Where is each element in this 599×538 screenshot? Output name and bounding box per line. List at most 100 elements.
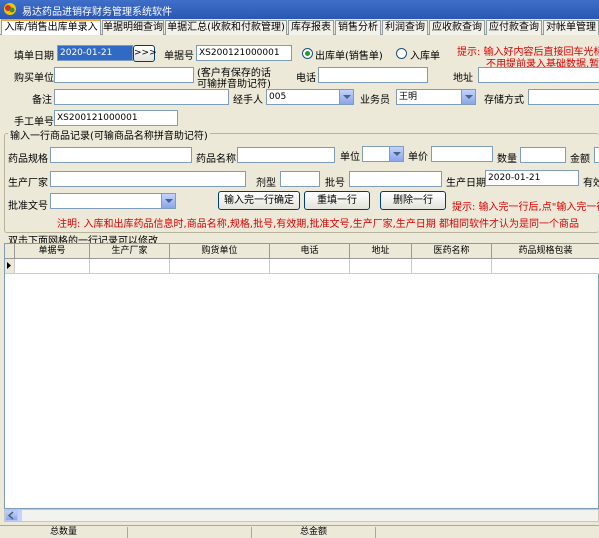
radio-outbound[interactable] <box>302 48 313 59</box>
scroll-left-icon[interactable] <box>5 510 18 521</box>
radio-inbound[interactable] <box>396 48 407 59</box>
amount-input[interactable] <box>594 147 599 163</box>
column-header[interactable]: 购货单位 <box>170 244 270 259</box>
salesman-label: 业务员 <box>360 95 390 106</box>
address-label: 地址 <box>453 73 473 84</box>
handler-value: 005 <box>269 92 287 102</box>
tab-strip: 入库/销售出库单录入 单据明细查询 单据汇总(收款和付款管理) 库存报表 销售分… <box>0 19 599 36</box>
radio-inbound-label[interactable]: 入库单 <box>410 47 440 62</box>
buyer-input[interactable] <box>54 67 194 83</box>
unit-select[interactable] <box>362 146 404 162</box>
app-icon <box>4 3 16 15</box>
item-note: 注明: 入库和出库药品信息时,商品名称,规格,批号,有效期,批准文号,生产厂家,… <box>57 219 579 230</box>
table-cell[interactable] <box>15 259 90 274</box>
confirm-row-button[interactable]: 输入完一行确定 <box>218 191 300 210</box>
total-qty-value <box>128 527 252 538</box>
row-indicator-header <box>5 244 15 259</box>
unit-label: 单位 <box>340 152 360 163</box>
batch-label: 批号 <box>325 178 345 189</box>
table-cell[interactable] <box>170 259 270 274</box>
manual-no-label: 手工单号 <box>14 117 54 128</box>
batch-input[interactable] <box>349 171 442 187</box>
doc-no-label: 单据号 <box>164 51 194 62</box>
tab-summary[interactable]: 单据汇总(收款和付款管理) <box>165 20 287 35</box>
tab-receivable[interactable]: 应收款查询 <box>429 20 485 35</box>
phone-label: 电话 <box>296 73 316 84</box>
storage-input[interactable] <box>528 89 599 105</box>
amount-label: 金额 <box>570 154 590 165</box>
table-cell[interactable] <box>492 259 599 274</box>
item-hint: 提示: 输入完一行后,点"输入完一行 <box>452 202 599 213</box>
horizontal-scrollbar[interactable] <box>4 509 599 522</box>
prod-date-input[interactable]: 2020-01-21 <box>485 170 579 186</box>
form-label: 剂型 <box>256 178 276 189</box>
qty-input[interactable] <box>520 147 566 163</box>
qty-label: 数量 <box>497 154 517 165</box>
buyer-label: 购买单位 <box>14 73 54 84</box>
tab-profit[interactable]: 利润查询 <box>382 20 428 35</box>
row-pointer-icon <box>7 262 11 269</box>
buyer-note-2: 可输拼音助记符) <box>197 79 271 90</box>
tab-stock-report[interactable]: 库存报表 <box>288 20 334 35</box>
item-section-title: 输入一行商品记录(可输商品名称拼音助记符) <box>8 127 210 142</box>
salesman-select[interactable]: 王明 <box>396 89 476 105</box>
reset-row-button[interactable]: 重填一行 <box>304 191 370 210</box>
window-title: 易达药品进销存财务管理系统软件 <box>22 7 172 18</box>
approval-label: 批准文号 <box>8 201 48 212</box>
expire-label: 有效 <box>583 178 599 189</box>
prod-date-label: 生产日期 <box>446 178 486 189</box>
status-bar: 总数量 总金额 <box>0 525 599 538</box>
phone-input[interactable] <box>318 67 428 83</box>
date-label: 填单日期 <box>14 51 54 62</box>
name-input[interactable] <box>237 147 335 163</box>
maker-label: 生产厂家 <box>8 178 48 189</box>
table-cell[interactable] <box>350 259 412 274</box>
approval-select[interactable] <box>50 193 176 209</box>
table-cell[interactable] <box>412 259 492 274</box>
address-input[interactable] <box>478 67 599 83</box>
chevron-down-icon[interactable] <box>389 147 403 161</box>
delete-row-button[interactable]: 删除一行 <box>380 191 446 210</box>
title-bar: 易达药品进销存财务管理系统软件 <box>0 0 599 19</box>
records-grid[interactable]: 单据号 生产厂家 购货单位 电话 地址 医药名称 药品规格包装 <box>4 243 599 509</box>
column-header[interactable]: 药品规格包装 <box>492 244 599 259</box>
column-header[interactable]: 医药名称 <box>412 244 492 259</box>
column-header[interactable]: 单据号 <box>15 244 90 259</box>
storage-label: 存储方式 <box>484 95 524 106</box>
tab-entry[interactable]: 入库/销售出库单录入 <box>1 19 101 36</box>
remark-input[interactable] <box>54 89 229 105</box>
tab-detail-query[interactable]: 单据明细查询 <box>102 20 164 35</box>
column-header[interactable]: 地址 <box>350 244 412 259</box>
current-row-indicator <box>5 259 15 274</box>
spec-label: 药品规格 <box>8 154 48 165</box>
remark-label: 备注 <box>32 95 52 106</box>
name-label: 药品名称 <box>196 154 236 165</box>
tab-statement[interactable]: 对帐单管理 <box>543 20 599 35</box>
doc-no-input[interactable]: XS200121000001 <box>196 45 292 61</box>
date-input[interactable]: 2020-01-21 <box>57 45 133 61</box>
maker-input[interactable] <box>50 171 246 187</box>
table-cell[interactable] <box>90 259 170 274</box>
scroll-thumb[interactable] <box>18 510 22 521</box>
price-label: 单价 <box>408 152 428 163</box>
tab-sales-analysis[interactable]: 销售分析 <box>335 20 381 35</box>
table-cell[interactable] <box>270 259 350 274</box>
total-qty-label: 总数量 <box>0 527 128 538</box>
radio-outbound-label[interactable]: 出库单(销售单) <box>315 47 383 62</box>
column-header[interactable]: 电话 <box>270 244 350 259</box>
chevron-down-icon[interactable] <box>339 90 353 104</box>
chevron-down-icon[interactable] <box>461 90 475 104</box>
date-picker-button[interactable]: >>> <box>133 45 157 62</box>
column-header[interactable]: 生产厂家 <box>90 244 170 259</box>
tab-payable[interactable]: 应付款查询 <box>486 20 542 35</box>
spec-input[interactable] <box>50 147 192 163</box>
chevron-down-icon[interactable] <box>161 194 175 208</box>
handler-label: 经手人 <box>233 95 263 106</box>
total-amount-value <box>376 527 599 538</box>
form-input[interactable] <box>280 171 320 187</box>
handler-select[interactable]: 005 <box>266 89 354 105</box>
salesman-value: 王明 <box>399 92 418 102</box>
price-input[interactable] <box>431 146 493 162</box>
total-amount-label: 总金额 <box>252 527 376 538</box>
manual-no-input[interactable]: XS200121000001 <box>54 110 178 126</box>
